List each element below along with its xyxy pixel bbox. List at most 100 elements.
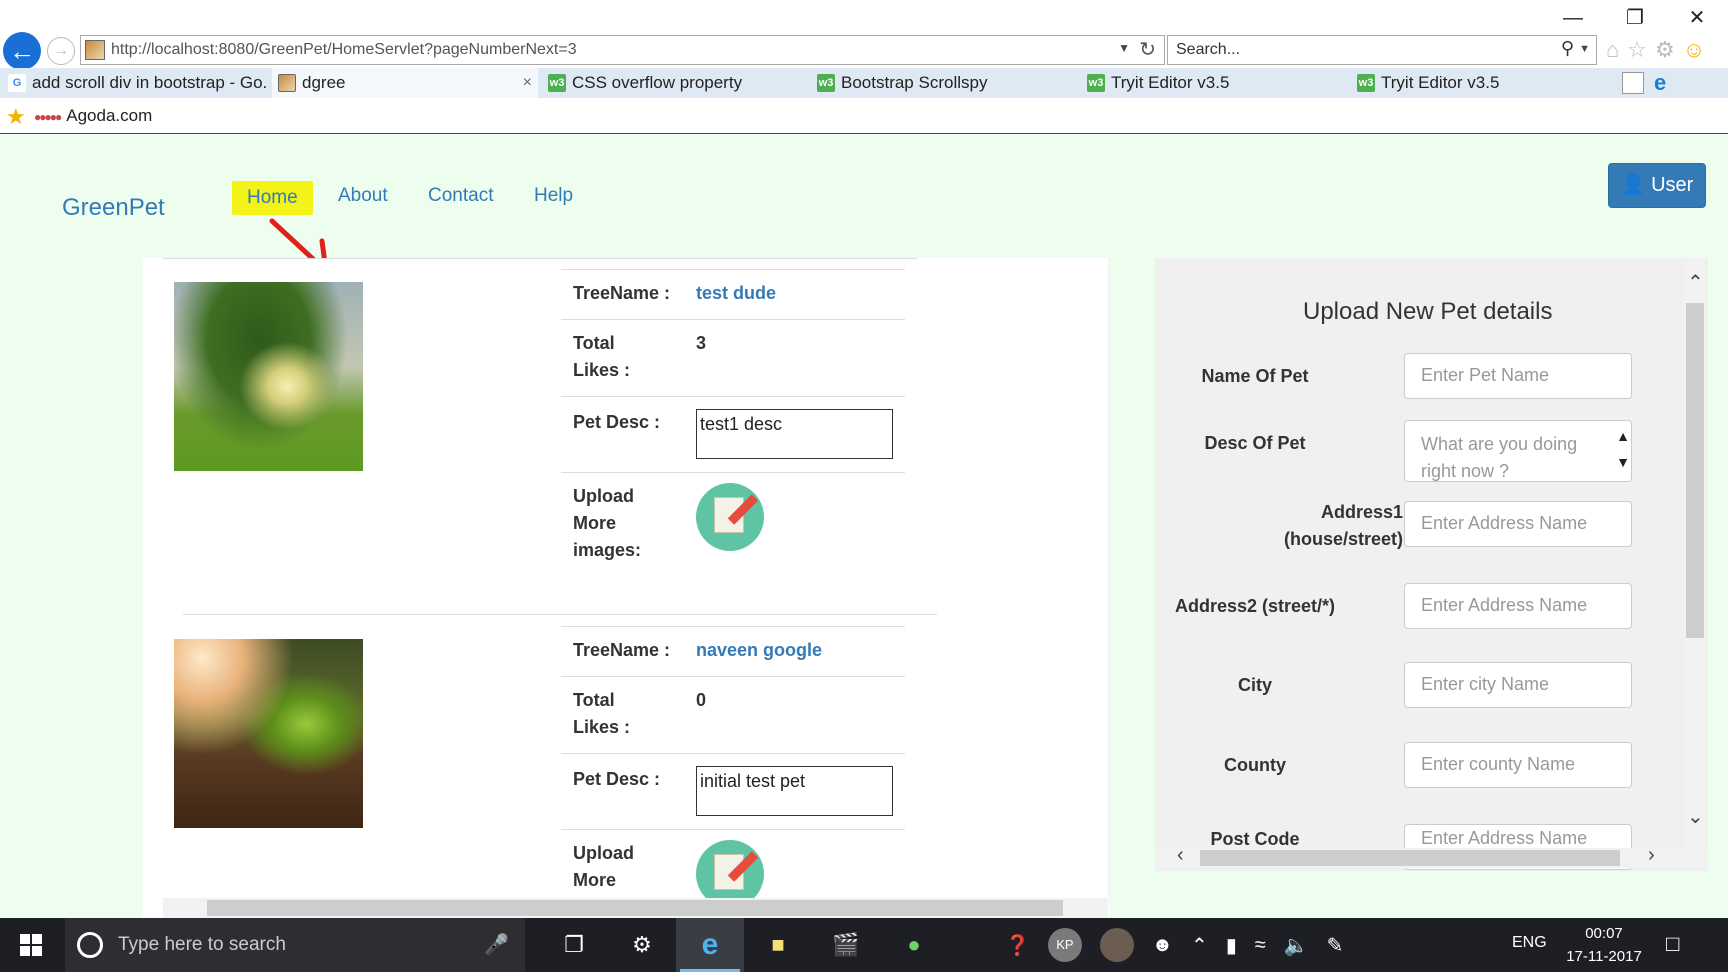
scroll-down-arrow-icon[interactable]: ⌄ <box>1687 804 1704 829</box>
tree-name-value[interactable]: naveen google <box>696 637 822 664</box>
pet-desc-textarea[interactable]: What are you doing right now ? ▲ ▼ <box>1404 420 1632 482</box>
w3-icon: w3 <box>1357 74 1375 92</box>
battery-icon[interactable]: ▮ <box>1226 933 1237 958</box>
pet-image <box>174 282 363 471</box>
nav-about[interactable]: About <box>338 185 388 207</box>
county-input[interactable]: Enter county Name <box>1404 742 1632 788</box>
page-favicon-icon <box>85 40 105 60</box>
tab-label: add scroll div in bootstrap - Go... <box>32 73 267 92</box>
tab-tryit-editor-1[interactable]: w3 Tryit Editor v3.5 <box>1081 68 1346 98</box>
favorites-bar: ★ ●●●●● Agoda.com <box>0 98 1728 134</box>
address-bar[interactable]: http://localhost:8080/GreenPet/HomeServl… <box>80 35 1165 65</box>
volume-icon[interactable]: 🔈 <box>1284 933 1309 958</box>
city-input[interactable]: Enter city Name <box>1404 662 1632 708</box>
restore-icon[interactable]: ❐ <box>1604 0 1666 36</box>
settings-gear-icon[interactable]: ⚙ <box>1655 37 1675 63</box>
scrollbar-thumb[interactable] <box>1200 850 1620 866</box>
settings-app-icon[interactable]: ⚙ <box>608 918 676 972</box>
nav-contact[interactable]: Contact <box>428 185 493 207</box>
upload-form-panel[interactable]: Upload New Pet details Name Of Pet Enter… <box>1155 258 1708 871</box>
address1-input[interactable]: Enter Address Name <box>1404 501 1632 547</box>
cortana-icon[interactable] <box>77 932 103 958</box>
chevron-down-icon[interactable]: ▼ <box>1118 41 1130 55</box>
address2-input[interactable]: Enter Address Name <box>1404 583 1632 629</box>
vertical-scrollbar[interactable]: ⌃ ⌄ <box>1108 258 1109 898</box>
scroll-up-arrow-icon[interactable]: ⌃ <box>1687 270 1704 295</box>
nav-help[interactable]: Help <box>534 185 573 207</box>
taskbar-search[interactable]: Type here to search 🎤 <box>65 918 525 972</box>
pet-desc-box[interactable]: initial test pet <box>696 766 893 816</box>
minimize-icon[interactable]: — <box>1542 0 1604 36</box>
vertical-scrollbar[interactable]: ⌃ ⌄ <box>1685 258 1705 848</box>
address1-label: Address1 (house/street) <box>1283 502 1403 549</box>
upload-more-images-label: Upload More images: <box>573 486 642 560</box>
system-clock[interactable]: 00:07 17-11-2017 <box>1566 922 1642 968</box>
tree-name-label: TreeName : <box>573 283 671 303</box>
nav-home[interactable]: Home <box>232 181 313 215</box>
brand-logo[interactable]: GreenPet <box>62 194 165 222</box>
app-globe-icon[interactable]: ● <box>880 918 948 972</box>
search-icon[interactable]: ⚲ <box>1561 38 1574 59</box>
pet-details-table: TreeName : test dude Total Likes : 3 Pet… <box>561 269 905 582</box>
chevron-up-icon[interactable]: ⌃ <box>1191 933 1208 958</box>
pet-list-panel[interactable]: TreeName : test dude Total Likes : 3 Pet… <box>143 258 1109 918</box>
tab-google-search[interactable]: G add scroll div in bootstrap - Go... <box>2 68 267 98</box>
refresh-icon[interactable]: ↻ <box>1139 37 1156 62</box>
new-tab-icon[interactable] <box>1622 72 1644 94</box>
user-button[interactable]: 👤 User <box>1608 163 1706 208</box>
browser-icons: ⌂ ☆ ⚙ ☺ <box>1606 37 1705 63</box>
horizontal-scrollbar[interactable]: ‹ › <box>1155 844 1708 868</box>
tab-label: dgree <box>302 73 346 92</box>
favorites-star-icon[interactable]: ★ <box>6 104 26 130</box>
pet-name-input[interactable]: Enter Pet Name <box>1404 353 1632 399</box>
edit-upload-icon[interactable] <box>696 483 764 551</box>
tab-dgree[interactable]: dgree × <box>272 68 538 98</box>
favorites-star-icon[interactable]: ☆ <box>1627 37 1647 63</box>
help-icon[interactable]: ❓ <box>1005 933 1030 958</box>
notification-icon[interactable]: □ <box>1666 931 1679 957</box>
movies-app-icon[interactable]: 🎬 <box>812 918 880 972</box>
back-button[interactable]: ← <box>3 32 41 70</box>
smiley-feedback-icon[interactable]: ☺ <box>1683 37 1705 63</box>
close-tab-icon[interactable]: × <box>523 68 532 98</box>
taskbar-search-input[interactable]: Type here to search <box>118 934 286 956</box>
scroll-left-arrow-icon[interactable]: ‹ <box>1177 844 1184 867</box>
forward-button[interactable]: → <box>47 37 75 65</box>
ie-icon[interactable]: e <box>1654 70 1666 96</box>
tree-name-value[interactable]: test dude <box>696 280 776 307</box>
divider <box>163 258 917 259</box>
windows-start-icon[interactable] <box>20 934 42 956</box>
scroll-right-arrow-icon[interactable]: › <box>1648 844 1655 867</box>
wifi-icon[interactable]: ≈ <box>1255 934 1266 957</box>
tab-tryit-editor-2[interactable]: w3 Tryit Editor v3.5 <box>1351 68 1616 98</box>
language-indicator[interactable]: ENG <box>1512 934 1547 952</box>
scrollbar-thumb[interactable] <box>1686 303 1704 638</box>
microphone-icon[interactable]: 🎤 <box>484 932 509 957</box>
total-likes-label: Total Likes : <box>573 690 631 737</box>
people-icon[interactable]: ☻ <box>1152 934 1173 957</box>
clock-date: 17-11-2017 <box>1566 948 1642 965</box>
desc-of-pet-label: Desc Of Pet <box>1204 433 1306 453</box>
favorite-link-agoda[interactable]: ●●●●● Agoda.com <box>34 106 152 126</box>
horizontal-scrollbar[interactable] <box>163 898 1108 918</box>
tab-css-overflow[interactable]: w3 CSS overflow property <box>542 68 807 98</box>
task-view-icon[interactable]: ❐ <box>540 918 608 972</box>
browser-search-box[interactable]: Search... ⚲ ▼ <box>1167 35 1597 65</box>
scrollbar-thumb[interactable] <box>207 900 1063 916</box>
browser-search-input[interactable]: Search... <box>1176 41 1240 59</box>
textarea-scroll-arrows-icon[interactable]: ▲ ▼ <box>1616 423 1630 475</box>
pen-icon[interactable]: ✎ <box>1327 933 1344 958</box>
table-row: Pet Desc : initial test pet <box>561 753 905 829</box>
tab-bootstrap-scrollspy[interactable]: w3 Bootstrap Scrollspy <box>811 68 1076 98</box>
home-icon[interactable]: ⌂ <box>1606 37 1619 63</box>
close-icon[interactable]: ✕ <box>1666 0 1728 36</box>
internet-explorer-icon[interactable]: e <box>676 918 744 972</box>
url-text[interactable]: http://localhost:8080/GreenPet/HomeServl… <box>111 41 577 59</box>
user-photo-avatar[interactable] <box>1099 928 1134 962</box>
sticky-notes-icon[interactable]: ■ <box>744 918 812 972</box>
pet-desc-label: Pet Desc : <box>573 769 661 789</box>
chevron-down-icon[interactable]: ▼ <box>1579 43 1590 55</box>
avatar[interactable]: KP <box>1047 928 1082 962</box>
pet-desc-box[interactable]: test1 desc <box>696 409 893 459</box>
tree-name-label: TreeName : <box>573 640 671 660</box>
